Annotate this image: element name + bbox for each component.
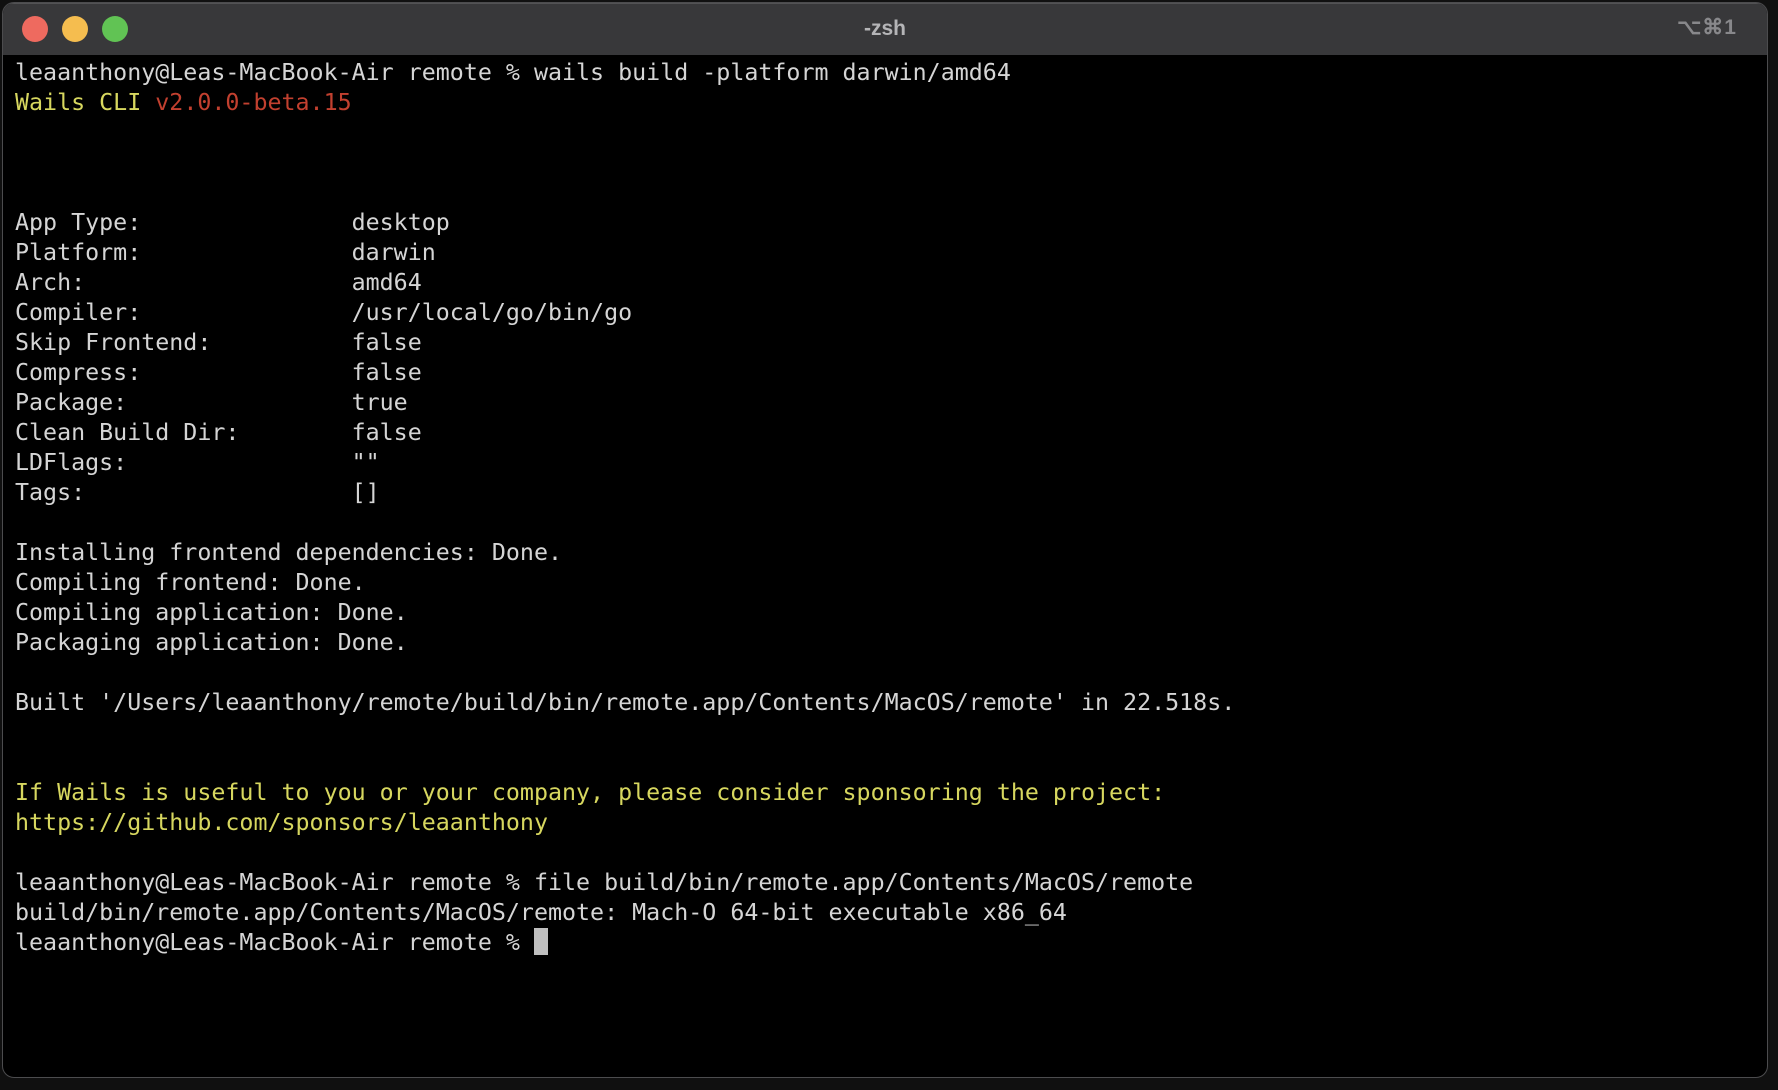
zoom-button[interactable] xyxy=(102,16,128,42)
config-value: "" xyxy=(352,449,380,476)
terminal-line: Tags:[] xyxy=(15,478,1767,508)
terminal-line: Wails CLI v2.0.0-beta.15 xyxy=(15,88,1767,118)
config-value: amd64 xyxy=(352,269,422,296)
terminal-line xyxy=(15,508,1767,538)
terminal-text-segment: leaanthony@Leas-MacBook-Air remote % fil… xyxy=(15,869,1193,896)
config-label: Platform: xyxy=(15,238,352,268)
window-title: -zsh xyxy=(864,17,906,41)
traffic-lights xyxy=(22,16,128,42)
terminal-text-segment: If Wails is useful to you or your compan… xyxy=(15,779,1165,806)
terminal-text-segment: leaanthony@Leas-MacBook-Air remote % wai… xyxy=(15,59,1011,86)
config-value: [] xyxy=(352,479,380,506)
terminal-line xyxy=(15,718,1767,748)
config-value: false xyxy=(352,359,422,386)
terminal-text-segment: https://github.com/sponsors/leaanthony xyxy=(15,809,548,836)
config-label: Compiler: xyxy=(15,298,352,328)
terminal-window: -zsh ⌥⌘1 leaanthony@Leas-MacBook-Air rem… xyxy=(2,2,1768,1078)
terminal-line: leaanthony@Leas-MacBook-Air remote % xyxy=(15,928,1767,958)
terminal-text-segment: leaanthony@Leas-MacBook-Air remote % xyxy=(15,929,534,956)
config-label: Arch: xyxy=(15,268,352,298)
terminal-text-segment: v2.0.0-beta.15 xyxy=(155,89,351,116)
terminal-line: Packaging application: Done. xyxy=(15,628,1767,658)
config-value: true xyxy=(352,389,408,416)
terminal-line xyxy=(15,178,1767,208)
terminal-text-segment: Compiling application: Done. xyxy=(15,599,408,626)
config-label: App Type: xyxy=(15,208,352,238)
config-label: Package: xyxy=(15,388,352,418)
terminal-line xyxy=(15,658,1767,688)
terminal-line: leaanthony@Leas-MacBook-Air remote % wai… xyxy=(15,58,1767,88)
terminal-line: Clean Build Dir:false xyxy=(15,418,1767,448)
terminal-line: Compiling application: Done. xyxy=(15,598,1767,628)
terminal-line xyxy=(15,148,1767,178)
terminal-line: LDFlags:"" xyxy=(15,448,1767,478)
minimize-button[interactable] xyxy=(62,16,88,42)
config-value: darwin xyxy=(352,239,436,266)
terminal-text-segment: Built '/Users/leaanthony/remote/build/bi… xyxy=(15,689,1235,716)
terminal-text-segment: Packaging application: Done. xyxy=(15,629,408,656)
terminal-line: Installing frontend dependencies: Done. xyxy=(15,538,1767,568)
config-label: Tags: xyxy=(15,478,352,508)
terminal-line: Arch:amd64 xyxy=(15,268,1767,298)
close-button[interactable] xyxy=(22,16,48,42)
config-label: Clean Build Dir: xyxy=(15,418,352,448)
terminal-line: Compress:false xyxy=(15,358,1767,388)
config-label: Compress: xyxy=(15,358,352,388)
terminal-line: Compiler:/usr/local/go/bin/go xyxy=(15,298,1767,328)
terminal-line: Package:true xyxy=(15,388,1767,418)
config-label: Skip Frontend: xyxy=(15,328,352,358)
config-value: /usr/local/go/bin/go xyxy=(352,299,633,326)
terminal-text-segment: Compiling frontend: Done. xyxy=(15,569,366,596)
terminal-line: Skip Frontend:false xyxy=(15,328,1767,358)
config-label: LDFlags: xyxy=(15,448,352,478)
terminal-line: App Type:desktop xyxy=(15,208,1767,238)
terminal-line: Built '/Users/leaanthony/remote/build/bi… xyxy=(15,688,1767,718)
terminal-line xyxy=(15,748,1767,778)
terminal-text-segment: Wails CLI xyxy=(15,89,155,116)
terminal-line: build/bin/remote.app/Contents/MacOS/remo… xyxy=(15,898,1767,928)
terminal-text-segment: Installing frontend dependencies: Done. xyxy=(15,539,562,566)
text-cursor xyxy=(534,928,548,955)
terminal-line: leaanthony@Leas-MacBook-Air remote % fil… xyxy=(15,868,1767,898)
terminal-screen[interactable]: leaanthony@Leas-MacBook-Air remote % wai… xyxy=(3,55,1767,958)
terminal-line: https://github.com/sponsors/leaanthony xyxy=(15,808,1767,838)
terminal-text-segment: build/bin/remote.app/Contents/MacOS/remo… xyxy=(15,899,1067,926)
keyboard-shortcut-hint: ⌥⌘1 xyxy=(1677,15,1737,40)
terminal-line: Compiling frontend: Done. xyxy=(15,568,1767,598)
terminal-line xyxy=(15,838,1767,868)
config-value: desktop xyxy=(352,209,450,236)
config-value: false xyxy=(352,329,422,356)
terminal-line: If Wails is useful to you or your compan… xyxy=(15,778,1767,808)
titlebar[interactable]: -zsh ⌥⌘1 xyxy=(3,3,1767,55)
terminal-line xyxy=(15,118,1767,148)
config-value: false xyxy=(352,419,422,446)
terminal-line: Platform:darwin xyxy=(15,238,1767,268)
